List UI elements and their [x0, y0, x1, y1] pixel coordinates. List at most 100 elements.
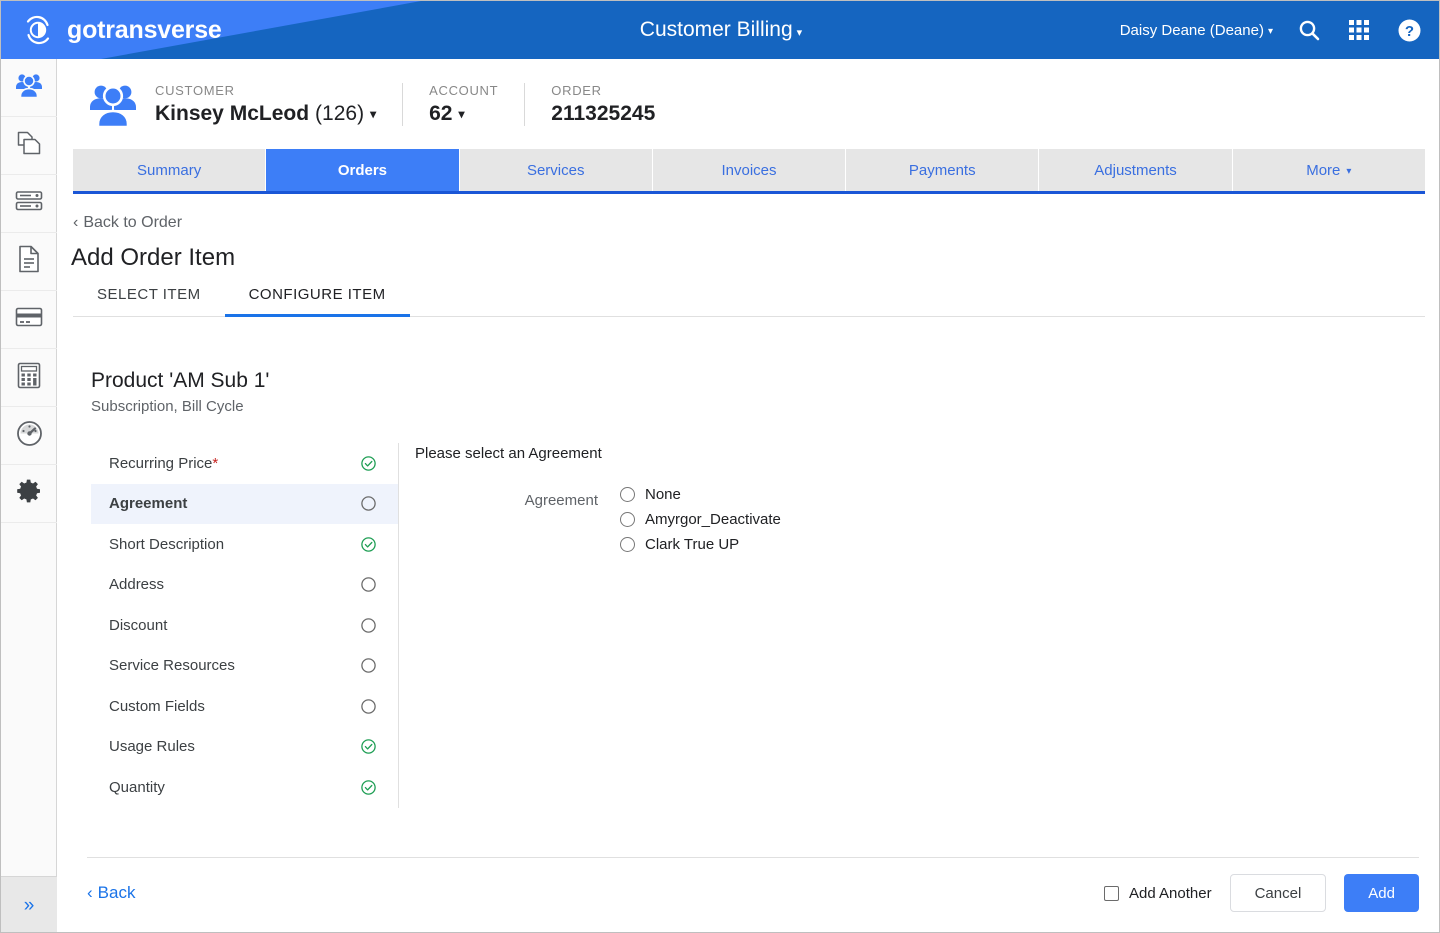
application-window: gotransverse Customer Billing ▾ Daisy De… [0, 0, 1440, 933]
tab-label: Invoices [721, 161, 777, 179]
context-order-label: ORDER [551, 82, 602, 98]
attribute-row-custom-fields[interactable]: Custom Fields [91, 686, 398, 727]
tab-label: Adjustments [1094, 161, 1177, 179]
tab-payments[interactable]: Payments [846, 149, 1040, 191]
status-complete-icon [361, 456, 376, 471]
tab-label: Payments [908, 161, 976, 179]
customer-id: (126) [315, 101, 365, 125]
attribute-row-short-description[interactable]: Short Description [91, 524, 398, 565]
status-empty-icon [361, 618, 376, 633]
tab-orders[interactable]: Orders [266, 149, 460, 191]
context-order-value: 211325245 [551, 102, 655, 126]
tab-more[interactable]: More ▾ [1232, 149, 1425, 191]
attribute-label: Quantity [109, 778, 165, 796]
sidebar-item-settings[interactable] [1, 465, 57, 523]
context-customer-value[interactable]: Kinsey McLeod (126) ▾ [155, 102, 376, 126]
gotransverse-circle-logo-icon [21, 13, 55, 47]
chevron-down-icon[interactable]: ▾ [797, 26, 803, 39]
top-navigation-bar: gotransverse Customer Billing ▾ Daisy De… [1, 1, 1439, 59]
attribute-label: Agreement [109, 495, 188, 513]
sidebar-item-dashboard[interactable] [1, 407, 57, 465]
page-title: Add Order Item [71, 244, 236, 271]
left-icon-rail: » [1, 59, 57, 932]
sidebar-item-invoices[interactable] [1, 233, 57, 291]
required-asterisk: * [212, 454, 219, 472]
product-subtitle: Subscription, Bill Cycle [91, 398, 244, 415]
attribute-row-service-resources[interactable]: Service Resources [91, 646, 398, 687]
cancel-button-label: Cancel [1254, 884, 1302, 902]
product-header: Product 'AM Sub 1' Subscription, Bill Cy… [91, 369, 1439, 415]
sidebar-item-catalog[interactable] [1, 175, 57, 233]
agreement-field-label: Agreement [524, 492, 598, 509]
calculator-icon [17, 362, 41, 394]
chevron-down-icon: ▾ [370, 106, 377, 121]
radio-label: Amyrgor_Deactivate [645, 511, 781, 528]
form-instruction: Please select an Agreement [415, 445, 602, 462]
attribute-row-usage-rules[interactable]: Usage Rules [91, 727, 398, 768]
checkbox-square-icon [1104, 885, 1120, 901]
tab-adjustments[interactable]: Adjustments [1039, 149, 1233, 191]
tab-label: More [1306, 161, 1341, 179]
radio-label: Clark True UP [645, 536, 740, 553]
tab-label: Summary [137, 161, 202, 179]
document-icon [17, 245, 41, 278]
attribute-label: Short Description [109, 535, 225, 553]
context-account-value[interactable]: 62 ▾ [429, 102, 498, 126]
context-account-label: ACCOUNT [429, 82, 499, 98]
radio-option-amyrgor-deactivate[interactable]: Amyrgor_Deactivate [620, 511, 781, 528]
radio-option-clark-true-up[interactable]: Clark True UP [620, 536, 781, 553]
attribute-label: Custom Fields [109, 697, 205, 715]
sidebar-item-customers[interactable] [1, 59, 57, 117]
context-customer: CUSTOMER Kinsey McLeod (126) ▾ [155, 83, 402, 126]
order-number: 211325245 [551, 101, 656, 125]
tab-invoices[interactable]: Invoices [652, 149, 847, 191]
main-content: CUSTOMER Kinsey McLeod (126) ▾ ACCOUNT 6… [57, 59, 1439, 932]
server-stack-icon [15, 190, 43, 217]
chevron-left-icon: ‹ [87, 883, 93, 902]
attribute-label: Discount [109, 616, 168, 634]
agreement-radio-group: None Amyrgor_Deactivate Clark True UP [620, 486, 781, 553]
attribute-row-discount[interactable]: Discount [91, 605, 398, 646]
attribute-row-agreement[interactable]: Agreement [91, 483, 398, 524]
agreement-field-row: Agreement None Amyrgor_Deactivate Clark … [415, 486, 1439, 553]
context-account: ACCOUNT 62 ▾ [402, 82, 524, 126]
tab-summary[interactable]: Summary [73, 149, 267, 191]
attribute-row-quantity[interactable]: Quantity [91, 767, 398, 808]
chevron-left-icon: ‹ [73, 214, 79, 231]
chevron-down-icon: ▾ [458, 106, 465, 121]
radio-circle-icon [620, 512, 635, 527]
gear-icon [16, 478, 42, 509]
app-title-text[interactable]: Customer Billing [640, 18, 793, 42]
tab-services[interactable]: Services [459, 149, 653, 191]
attribute-label: Service Resources [109, 657, 235, 675]
context-order: ORDER 211325245 [524, 82, 681, 126]
back-to-order-link[interactable]: ‹ Back to Order [73, 214, 182, 232]
agreement-form-panel: Please select an Agreement Agreement Non… [399, 443, 1439, 808]
credit-card-icon [15, 306, 43, 333]
cancel-button[interactable]: Cancel [1229, 874, 1327, 912]
search-icon[interactable] [1295, 16, 1323, 44]
attribute-row-address[interactable]: Address [91, 565, 398, 606]
footer-divider [87, 857, 1419, 858]
back-button[interactable]: ‹ Back [87, 883, 135, 903]
user-name-label: Daisy Deane (Deane) [1119, 21, 1264, 39]
tab-configure-item[interactable]: CONFIGURE ITEM [224, 286, 410, 317]
sidebar-item-payments[interactable] [1, 291, 57, 349]
add-another-checkbox[interactable]: Add Another [1104, 885, 1212, 902]
wizard-tab-label: SELECT ITEM [97, 286, 201, 303]
sidebar-item-billing[interactable] [1, 349, 57, 407]
radio-option-none[interactable]: None [620, 486, 781, 503]
top-bar-right-actions: Daisy Deane (Deane) ▾ ? [1120, 1, 1423, 59]
rail-expand-button[interactable]: » [1, 876, 57, 932]
help-icon[interactable]: ? [1395, 16, 1423, 44]
tab-select-item[interactable]: SELECT ITEM [73, 286, 225, 316]
context-bar: CUSTOMER Kinsey McLeod (126) ▾ ACCOUNT 6… [57, 59, 1439, 149]
user-menu[interactable]: Daisy Deane (Deane) ▾ [1120, 22, 1273, 39]
brand-name: gotransverse [67, 15, 222, 44]
add-button[interactable]: Add [1344, 874, 1419, 912]
attribute-row-recurring-price[interactable]: Recurring Price* [91, 443, 398, 484]
brand-logo-area[interactable]: gotransverse [21, 1, 222, 59]
apps-grid-icon[interactable] [1345, 16, 1373, 44]
sidebar-item-products[interactable] [1, 117, 57, 175]
status-empty-icon [361, 658, 376, 673]
